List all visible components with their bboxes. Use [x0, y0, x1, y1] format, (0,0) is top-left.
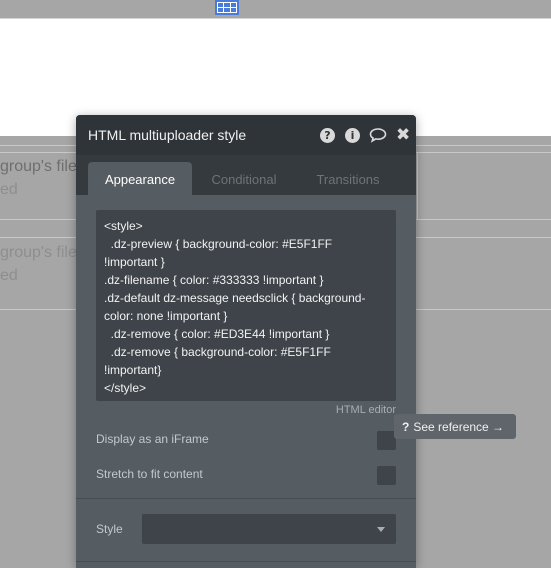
bg-row-title: group's file — [0, 244, 77, 261]
help-icon[interactable]: ? — [320, 127, 335, 143]
comment-icon[interactable] — [369, 127, 387, 143]
bg-row-subtitle: ed — [0, 181, 18, 198]
canvas-line — [417, 152, 418, 219]
stretch-content-label: Stretch to fit content — [96, 467, 203, 481]
close-icon[interactable]: ✖ — [396, 125, 410, 144]
chevron-down-icon — [377, 527, 385, 532]
bg-row-title: group's file — [0, 158, 77, 175]
element-resize-handle-icon[interactable] — [215, 0, 239, 15]
see-reference-text: See reference → — [413, 419, 505, 434]
tab-transitions[interactable]: Transitions — [296, 162, 400, 195]
stretch-content-checkbox[interactable] — [377, 466, 396, 485]
bg-row-subtitle: ed — [0, 267, 18, 284]
info-icon[interactable]: i — [345, 127, 360, 143]
panel-divider — [76, 498, 416, 499]
panel-header[interactable]: HTML multiuploader style ? i ✖ — [76, 115, 416, 155]
see-reference-tooltip[interactable]: ? See reference → — [394, 414, 516, 439]
display-iframe-label: Display as an iFrame — [96, 432, 209, 446]
tab-appearance[interactable]: Appearance — [88, 162, 192, 195]
style-label: Style — [96, 522, 123, 536]
question-icon: ? — [402, 419, 410, 434]
tab-conditional[interactable]: Conditional — [192, 162, 296, 195]
html-editor-link[interactable]: HTML editor — [336, 404, 396, 416]
html-code-input[interactable]: <style> .dz-preview { background-color: … — [96, 210, 396, 401]
panel-divider — [76, 561, 416, 562]
canvas-top-strip — [0, 0, 551, 18]
panel-tabs: Appearance Conditional Transitions — [76, 155, 416, 195]
property-editor-panel: HTML multiuploader style ? i ✖ Appearanc… — [76, 115, 416, 568]
style-dropdown[interactable] — [142, 514, 396, 544]
panel-title: HTML multiuploader style — [88, 127, 247, 143]
